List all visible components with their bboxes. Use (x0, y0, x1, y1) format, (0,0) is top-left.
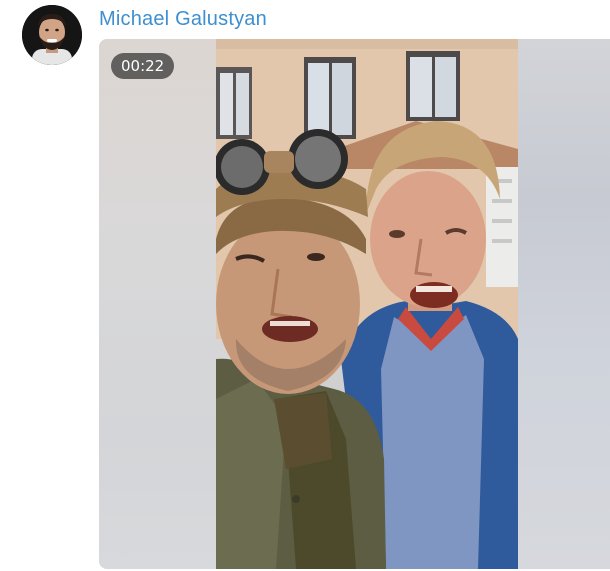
sender-name[interactable]: Michael Galustyan (99, 8, 267, 31)
building-window (216, 67, 252, 139)
chat-view: Michael Galustyan 00:22 (0, 0, 610, 571)
video-blur-left (99, 39, 216, 569)
building-window (406, 51, 460, 121)
video-thumbnail (216, 39, 518, 569)
video-duration-badge: 00:22 (111, 53, 175, 79)
video-blur-right (518, 39, 610, 569)
building-window (304, 57, 356, 139)
sender-avatar[interactable] (22, 5, 82, 65)
avatar-photo (22, 5, 82, 65)
video-message[interactable]: 00:22 (99, 39, 610, 569)
